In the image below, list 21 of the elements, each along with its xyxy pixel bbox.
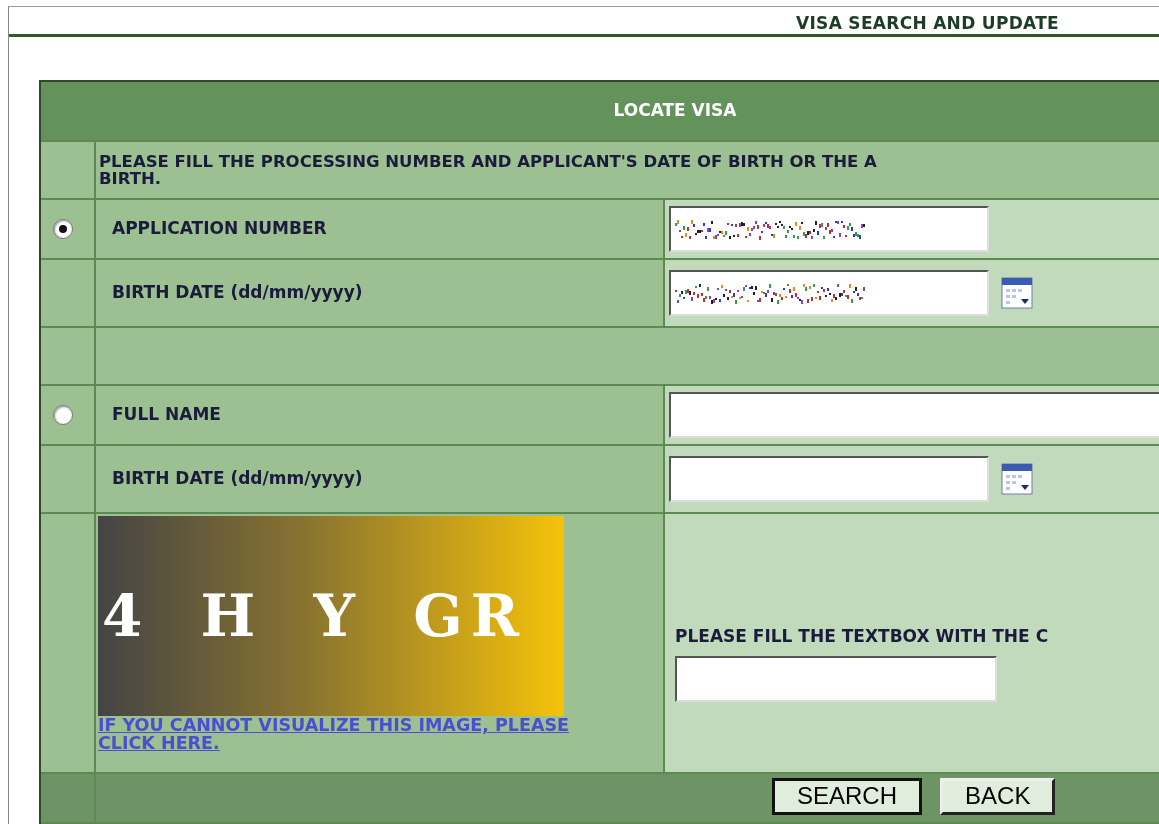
instruction-text: PLEASE FILL THE PROCESSING NUMBER AND APPLICANT'S DATE OF BIRTH OR THE A [99, 152, 877, 170]
form-title: LOCATE VISA [613, 99, 737, 123]
date-field[interactable] [669, 456, 989, 502]
date-field[interactable] [669, 270, 989, 316]
field-label: BIRTH DATE (dd/mm/yyyy) [112, 281, 363, 305]
back-button[interactable]: BACK [940, 778, 1056, 815]
input-field[interactable] [669, 392, 1159, 438]
input-field[interactable] [669, 206, 989, 252]
calendar-icon[interactable] [1001, 463, 1033, 495]
calendar-icon[interactable] [1001, 277, 1033, 309]
instruction-text: BIRTH. [99, 170, 161, 188]
search-button[interactable]: SEARCH [772, 778, 923, 815]
page-title: VISA SEARCH AND UPDATE [796, 12, 1059, 34]
captcha-prompt: PLEASE FILL THE TEXTBOX WITH THE C [675, 625, 1049, 649]
captcha-code: 4 H Y GR [102, 580, 527, 652]
radio-button[interactable] [53, 219, 73, 239]
radio-button[interactable] [53, 405, 73, 425]
field-label: APPLICATION NUMBER [112, 217, 327, 241]
captcha-field[interactable] [675, 655, 997, 702]
field-label: FULL NAME [112, 403, 221, 427]
field-label: BIRTH DATE (dd/mm/yyyy) [112, 467, 363, 491]
